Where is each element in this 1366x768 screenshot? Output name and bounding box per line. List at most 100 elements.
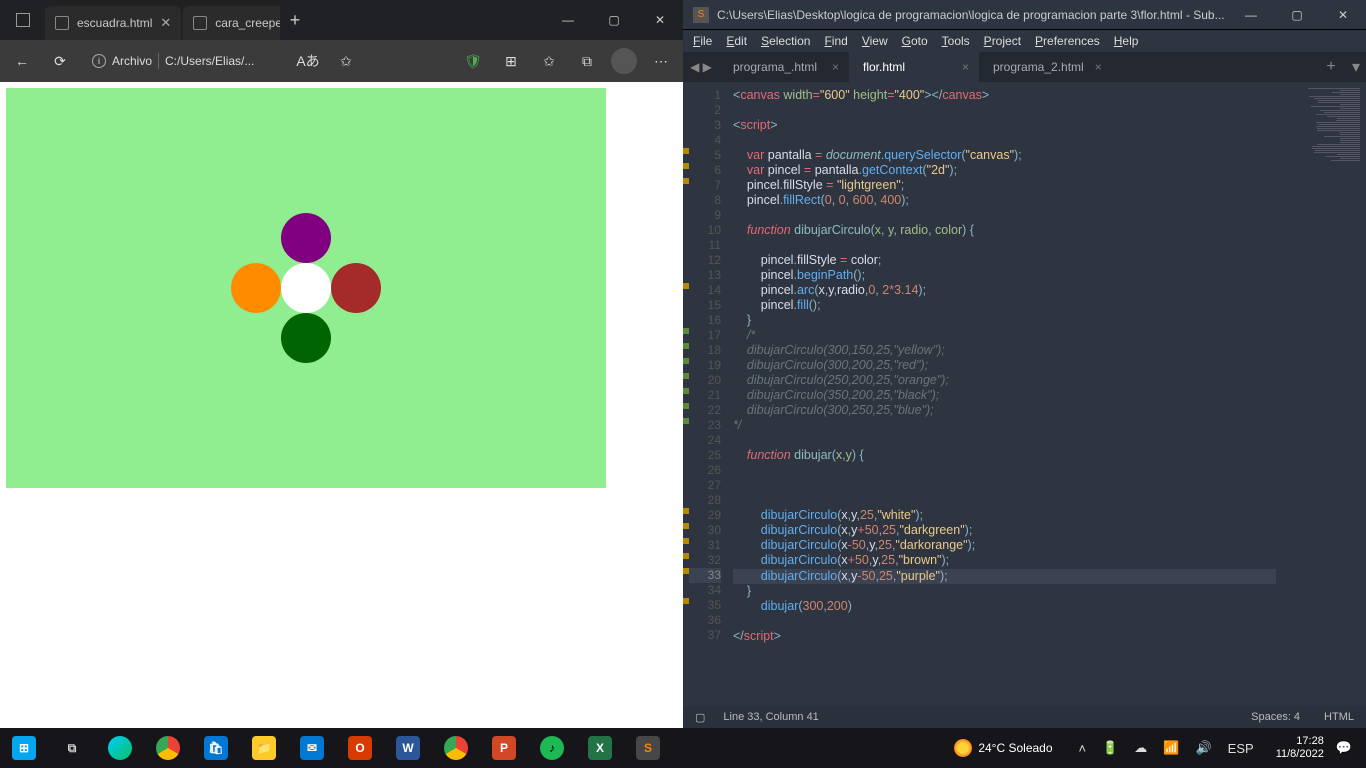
task-view-icon[interactable]: ⧉: [48, 728, 96, 768]
tray-onedrive-icon[interactable]: ☁: [1130, 740, 1151, 756]
shield-icon[interactable]: 🛡: [459, 47, 487, 75]
editor-tabbar: ◀ ▶ programa_.html×flor.html×programa_2.…: [683, 52, 1366, 82]
menu-item[interactable]: Preferences: [1035, 34, 1100, 48]
taskbar-excel-icon[interactable]: X: [576, 728, 624, 768]
taskbar-sublime-icon[interactable]: S: [624, 728, 672, 768]
editor-tab[interactable]: programa_2.html ×: [979, 52, 1112, 82]
weather-text: 24°C Soleado: [978, 741, 1052, 755]
editor-tab-close-icon[interactable]: ×: [832, 60, 839, 74]
menu-item[interactable]: Selection: [761, 34, 810, 48]
line-number: 11: [689, 238, 721, 253]
code-line: dibujarCirculo(x,y-50,25,"purple");: [733, 569, 1276, 584]
favorite-icon[interactable]: ✩: [332, 47, 360, 75]
menu-item[interactable]: Tools: [942, 34, 970, 48]
more-menu-icon[interactable]: ⋯: [647, 47, 675, 75]
back-button[interactable]: ←: [8, 47, 36, 75]
code-area[interactable]: <canvas width="600" height="400"></canva…: [721, 82, 1276, 706]
taskbar-store-icon[interactable]: 🛍: [192, 728, 240, 768]
status-cursor-pos: Line 33, Column 41: [723, 711, 818, 723]
tab-close-icon[interactable]: ✕: [160, 15, 171, 31]
minimap[interactable]: [1276, 82, 1366, 706]
editor-statusbar: ▢ Line 33, Column 41 Spaces: 4 HTML: [683, 706, 1366, 728]
code-line: pincel.fillStyle = color;: [733, 253, 1276, 268]
menu-item[interactable]: View: [862, 34, 888, 48]
taskbar-mail-icon[interactable]: ✉: [288, 728, 336, 768]
collections-icon[interactable]: ⧉: [573, 47, 601, 75]
taskbar-spotify-icon[interactable]: ♪: [528, 728, 576, 768]
status-indent[interactable]: Spaces: 4: [1251, 711, 1300, 723]
line-number: 23: [689, 418, 721, 433]
code-line: }: [733, 584, 1276, 599]
code-line: pincel.beginPath();: [733, 268, 1276, 283]
taskbar-word-icon[interactable]: W: [384, 728, 432, 768]
taskbar-explorer-icon[interactable]: 📁: [240, 728, 288, 768]
editor-tab[interactable]: flor.html×: [849, 52, 979, 82]
line-number: 26: [689, 463, 721, 478]
editor-tab[interactable]: programa_.html ×: [719, 52, 849, 82]
editor-minimize-button[interactable]: —: [1228, 8, 1274, 22]
editor-new-tab-button[interactable]: +: [1316, 52, 1346, 82]
extensions-icon[interactable]: ⊞: [497, 47, 525, 75]
address-bar[interactable]: i Archivo C:/Users/Elias/...: [84, 46, 284, 76]
weather-widget[interactable]: 24°C Soleado: [954, 739, 1052, 757]
taskbar-office-icon[interactable]: O: [336, 728, 384, 768]
menu-item[interactable]: File: [693, 34, 712, 48]
editor-close-button[interactable]: ✕: [1320, 8, 1366, 22]
menu-item[interactable]: Project: [984, 34, 1021, 48]
edge-browser-window: escuadra.html✕cara_creeper.h✕flor.html✕ …: [0, 0, 683, 728]
menu-item[interactable]: Find: [824, 34, 847, 48]
close-button[interactable]: ✕: [637, 0, 683, 40]
taskbar-edge-icon[interactable]: [96, 728, 144, 768]
status-language[interactable]: HTML: [1324, 711, 1354, 723]
maximize-button[interactable]: ▢: [591, 0, 637, 40]
tray-clock[interactable]: 17:28 11/8/2022: [1266, 735, 1324, 761]
line-number: 30: [689, 523, 721, 538]
code-line: </script>: [733, 629, 1276, 644]
code-line: dibujarCirculo(300,250,25,"blue");: [733, 403, 1276, 418]
code-line: [733, 208, 1276, 223]
new-tab-button[interactable]: +: [280, 0, 310, 40]
start-button[interactable]: ⊞: [0, 728, 48, 768]
editor-tab-menu-icon[interactable]: ▾: [1346, 52, 1366, 82]
tray-volume-icon[interactable]: 🔊: [1191, 740, 1215, 756]
menu-item[interactable]: Goto: [902, 34, 928, 48]
tray-language[interactable]: ESP: [1224, 741, 1258, 756]
site-info-icon[interactable]: i: [92, 54, 106, 68]
editor-tab-close-icon[interactable]: ×: [1095, 60, 1102, 74]
tray-notifications-icon[interactable]: 💬: [1332, 740, 1356, 756]
code-line: pincel.arc(x,y,radio,0, 2*3.14);: [733, 283, 1276, 298]
taskbar-chrome2-icon[interactable]: [432, 728, 480, 768]
tab-actions-icon[interactable]: [0, 0, 45, 40]
gutter-marks: [683, 82, 689, 706]
tray-chevron-icon[interactable]: ˄: [1075, 741, 1091, 756]
favorites-icon[interactable]: ✩: [535, 47, 563, 75]
taskbar-chrome-icon[interactable]: [144, 728, 192, 768]
browser-tab[interactable]: cara_creeper.h✕: [183, 6, 280, 40]
menu-item[interactable]: Help: [1114, 34, 1139, 48]
reader-mode-icon[interactable]: Aあ: [294, 47, 322, 75]
tray-wifi-icon[interactable]: 📶: [1159, 740, 1183, 756]
menu-item[interactable]: Edit: [726, 34, 747, 48]
browser-tab[interactable]: escuadra.html✕: [45, 6, 181, 40]
tab-nav-icon[interactable]: ◀ ▶: [683, 52, 719, 82]
line-number: 33: [689, 568, 721, 583]
code-line: pincel.fillRect(0, 0, 600, 400);: [733, 193, 1276, 208]
line-number: 32: [689, 553, 721, 568]
code-line: }: [733, 313, 1276, 328]
editor-tab-close-icon[interactable]: ×: [962, 60, 969, 74]
minimize-button[interactable]: —: [545, 0, 591, 40]
reload-button[interactable]: ⟳: [46, 47, 74, 75]
taskbar-powerpoint-icon[interactable]: P: [480, 728, 528, 768]
editor-maximize-button[interactable]: ▢: [1274, 8, 1320, 22]
code-line: [733, 463, 1276, 478]
code-line: /*: [733, 328, 1276, 343]
profile-avatar[interactable]: [611, 48, 637, 74]
code-line: dibujarCirculo(300,150,25,"yellow");: [733, 343, 1276, 358]
editor-tab-label: programa_2.html: [993, 60, 1084, 74]
code-line: [733, 103, 1276, 118]
code-line: <canvas width="600" height="400"></canva…: [733, 88, 1276, 103]
browser-chrome: escuadra.html✕cara_creeper.h✕flor.html✕ …: [0, 0, 683, 82]
tray-battery-icon[interactable]: 🔋: [1098, 740, 1122, 756]
flor-canvas: [6, 88, 606, 488]
editor-tab-label: programa_.html: [733, 60, 817, 74]
